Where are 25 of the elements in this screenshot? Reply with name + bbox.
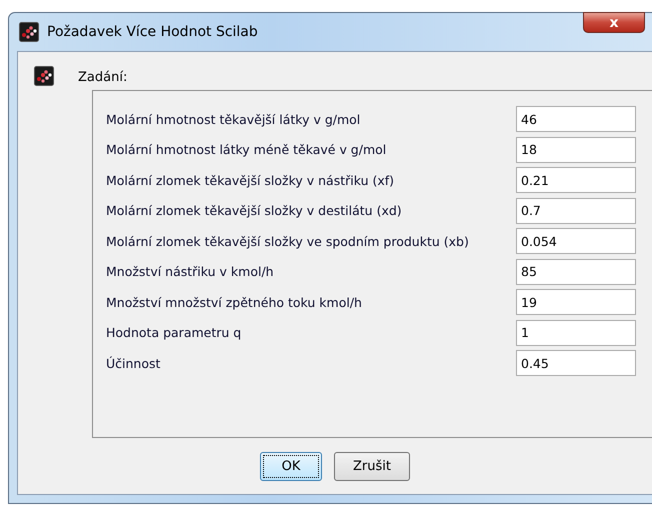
input-field[interactable]: 0.21 [516,167,636,193]
field-label: Účinnost [106,356,160,370]
input-field[interactable]: 85 [516,258,636,284]
app-icon [34,66,54,86]
input-field[interactable]: 0.45 [516,350,636,376]
window-title: Požadavek Více Hodnot Scilab [47,24,258,40]
input-field[interactable]: 0.7 [516,198,636,224]
input-field[interactable]: 46 [516,106,636,132]
field-label: Molární zlomek těkavější složky ve spodním produktu (xb) [106,234,469,248]
section-label: Zadání: [78,70,128,85]
field-label: Molární hmotnost látky méně těkavé v g/mol [106,142,386,157]
close-button[interactable]: x [583,12,645,33]
field-label: Molární zlomek těkavější složky v nástřiku (xf) [106,172,394,188]
field-label: Množství nástřiku v kmol/h [106,264,274,279]
field-label: Hodnota parametru q [106,325,242,340]
cancel-button[interactable]: Zrušit [334,452,410,481]
field-label: Molární hmotnost těkavější látky v g/mol [106,112,360,126]
field-label: Množství množství zpětného toku kmol/h [106,294,362,310]
input-field[interactable]: 0.054 [516,228,636,254]
ok-button[interactable]: OK [260,452,322,481]
input-field[interactable]: 19 [516,289,636,315]
field-label: Molární zlomek těkavější složky v destilátu (xd) [106,203,402,218]
app-icon [19,22,39,42]
input-field[interactable]: 18 [516,136,636,162]
input-field[interactable]: 1 [516,320,636,346]
